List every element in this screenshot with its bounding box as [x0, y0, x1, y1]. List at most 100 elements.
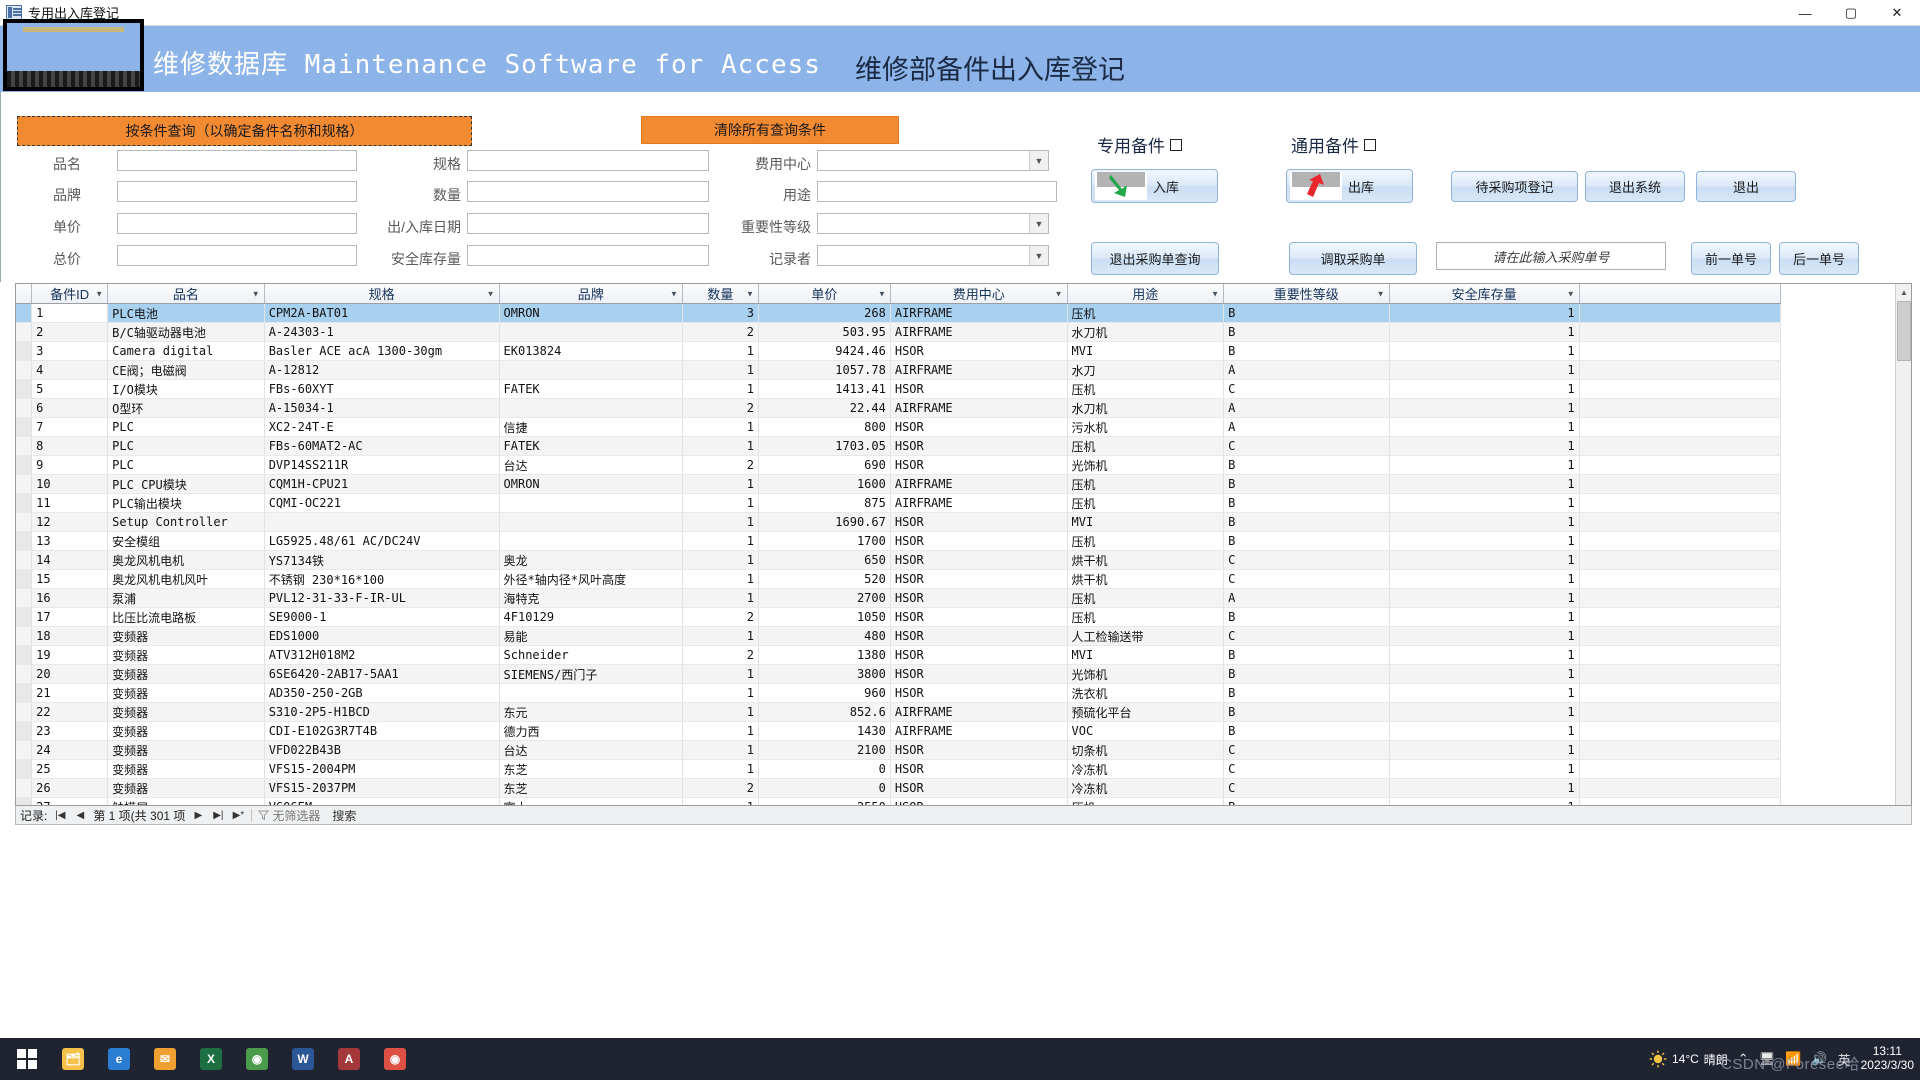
cell-price[interactable]: 2700 [758, 588, 891, 608]
cell-price[interactable]: 9424.46 [758, 341, 891, 361]
out-stock-button[interactable]: 出库 [1286, 169, 1413, 203]
cell-price[interactable]: 1057.78 [758, 360, 891, 380]
cell-qty[interactable]: 2 [682, 322, 759, 342]
cell-safety-stock[interactable]: 1 [1389, 379, 1580, 399]
parts-datasheet[interactable]: 备件ID ▼ 品名 ▼ 规格 ▼ 品牌 ▼ 数量 ▼ 单价 ▼ 费用中心 ▼ 用途 ▼ 重要性等… [15, 283, 1912, 806]
cell-spec[interactable]: LG5925.48/61 AC/DC24V [264, 531, 500, 551]
table-row[interactable]: 19 变频器 ATV312H018M2 Schneider 2 1380 HSOR MVI B 1 [16, 645, 1782, 665]
cell-qty[interactable]: 2 [682, 455, 759, 475]
input-pinming[interactable] [117, 150, 357, 171]
cell-qty[interactable]: 1 [682, 797, 759, 805]
taskbar-chrome-old[interactable]: ◉ [234, 1038, 280, 1080]
cell-spec[interactable]: CQMI-OC221 [264, 493, 500, 513]
cell-usage[interactable]: 压机 [1067, 474, 1225, 494]
cell-spec[interactable]: CPM2A-BAT01 [264, 303, 500, 323]
cell-spec[interactable]: FBs-60XYT [264, 379, 500, 399]
table-row[interactable]: 15 奥龙风机电机风叶 不锈钢 230*16*100 外径*轴内径*风叶高度 1 520 H… [16, 569, 1782, 589]
table-row[interactable]: 1 PLC电池 CPM2A-BAT01 OMRON 3 268 AIRFRAME 压机 B 1 [16, 303, 1782, 323]
special-part-checkbox[interactable] [1170, 139, 1182, 151]
input-zongjia[interactable] [117, 245, 357, 266]
cell-price[interactable]: 503.95 [758, 322, 891, 342]
row-selector[interactable] [16, 531, 33, 551]
input-shuliang[interactable] [467, 181, 709, 202]
select-all-corner[interactable] [16, 284, 33, 304]
row-selector[interactable] [16, 360, 33, 380]
col-header-importance[interactable]: 重要性等级 ▼ [1223, 284, 1390, 304]
cell-part-id[interactable]: 21 [31, 683, 109, 703]
combo-zhongyaoxing-dengji[interactable]: ▼ [817, 213, 1049, 234]
combo-jiluzhe[interactable]: ▼ [817, 245, 1049, 266]
prev-record-button[interactable]: ◀ [73, 810, 87, 821]
cell-spec[interactable]: A-12812 [264, 360, 500, 380]
cell-cost-center[interactable]: HSOR [890, 550, 1068, 570]
row-selector[interactable] [16, 436, 33, 456]
cell-part-id[interactable]: 11 [31, 493, 109, 513]
cell-importance[interactable]: C [1223, 379, 1390, 399]
cell-importance[interactable]: B [1223, 683, 1390, 703]
cell-importance[interactable]: A [1223, 417, 1390, 437]
cell-brand[interactable]: 德力西 [499, 721, 683, 741]
new-record-button[interactable]: ▶* [231, 810, 245, 821]
cell-brand[interactable]: 台达 [499, 740, 683, 760]
cell-usage[interactable]: 压机 [1067, 379, 1225, 399]
cell-spec[interactable]: A-24303-1 [264, 322, 500, 342]
cell-safety-stock[interactable]: 1 [1389, 607, 1580, 627]
first-record-button[interactable]: |◀ [53, 810, 67, 821]
cell-brand[interactable]: 奥龙 [499, 550, 683, 570]
cell-usage[interactable]: 水刀机 [1067, 398, 1225, 418]
clear-all-conditions-button[interactable]: 清除所有查询条件 [641, 116, 899, 144]
table-row[interactable]: 4 CE阀；电磁阀 A-12812 1 1057.78 AIRFRAME 水刀 A 1 [16, 360, 1782, 380]
table-row[interactable]: 8 PLC FBs-60MAT2-AC FATEK 1 1703.05 HSOR 压机 C 1 [16, 436, 1782, 456]
cell-safety-stock[interactable]: 1 [1389, 531, 1580, 551]
table-row[interactable]: 13 安全模组 LG5925.48/61 AC/DC24V 1 1700 HSOR 压机 B 1 [16, 531, 1782, 551]
cell-name[interactable]: Setup Controller [107, 512, 265, 532]
cell-part-id[interactable]: 7 [31, 417, 109, 437]
col-header-spec[interactable]: 规格 ▼ [264, 284, 500, 304]
cell-cost-center[interactable]: HSOR [890, 512, 1068, 532]
cell-brand[interactable]: 信捷 [499, 417, 683, 437]
cell-spec[interactable]: PVL12-31-33-F-IR-UL [264, 588, 500, 608]
in-stock-button[interactable]: 入库 [1091, 169, 1218, 203]
row-selector[interactable] [16, 303, 33, 323]
close-button[interactable]: ✕ [1874, 0, 1920, 26]
cell-price[interactable]: 650 [758, 550, 891, 570]
cell-importance[interactable]: C [1223, 550, 1390, 570]
cell-part-id[interactable]: 14 [31, 550, 109, 570]
cell-part-id[interactable]: 3 [31, 341, 109, 361]
chevron-down-icon[interactable]: ▼ [252, 289, 260, 298]
cell-safety-stock[interactable]: 1 [1389, 322, 1580, 342]
cell-price[interactable]: 0 [758, 778, 891, 798]
cell-usage[interactable]: 水刀 [1067, 360, 1225, 380]
cell-qty[interactable]: 3 [682, 303, 759, 323]
cell-safety-stock[interactable]: 1 [1389, 550, 1580, 570]
cell-safety-stock[interactable]: 1 [1389, 797, 1580, 805]
cell-brand[interactable]: 外径*轴内径*风叶高度 [499, 569, 683, 589]
cell-price[interactable]: 3800 [758, 664, 891, 684]
row-selector[interactable] [16, 341, 33, 361]
cell-cost-center[interactable]: AIRFRAME [890, 721, 1068, 741]
cell-price[interactable]: 2550 [758, 797, 891, 805]
table-row[interactable]: 11 PLC输出模块 CQMI-OC221 1 875 AIRFRAME 压机 B 1 [16, 493, 1782, 513]
cell-importance[interactable]: B [1223, 341, 1390, 361]
exit-system-button[interactable]: 退出系统 [1585, 171, 1685, 202]
col-header-name[interactable]: 品名 ▼ [107, 284, 265, 304]
cell-importance[interactable]: B [1223, 303, 1390, 323]
table-row[interactable]: 26 变频器 VFS15-2037PM 东芝 2 0 HSOR 冷冻机 C 1 [16, 778, 1782, 798]
table-row[interactable]: 27触摸屏V606EM富士12550HSOR压机B1 [16, 797, 1782, 805]
cell-safety-stock[interactable]: 1 [1389, 398, 1580, 418]
special-part-checkbox-label[interactable]: 专用备件 [1097, 132, 1182, 157]
cell-spec[interactable]: AD350-250-2GB [264, 683, 500, 703]
taskbar-word-app[interactable]: W [280, 1038, 326, 1080]
cell-part-id[interactable]: 22 [31, 702, 109, 722]
cell-part-id[interactable]: 5 [31, 379, 109, 399]
cell-cost-center[interactable]: HSOR [890, 626, 1068, 646]
cell-name[interactable]: 变频器 [107, 664, 265, 684]
cell-qty[interactable]: 1 [682, 683, 759, 703]
cell-safety-stock[interactable]: 1 [1389, 683, 1580, 703]
next-order-button[interactable]: 后一单号 [1779, 242, 1859, 275]
cell-safety-stock[interactable]: 1 [1389, 455, 1580, 475]
cell-usage[interactable]: VOC [1067, 721, 1225, 741]
cell-part-id[interactable]: 20 [31, 664, 109, 684]
table-row[interactable]: 3 Camera digital Basler ACE acA 1300-30gm E… [16, 341, 1782, 361]
chevron-down-icon[interactable]: ▼ [1377, 289, 1385, 298]
